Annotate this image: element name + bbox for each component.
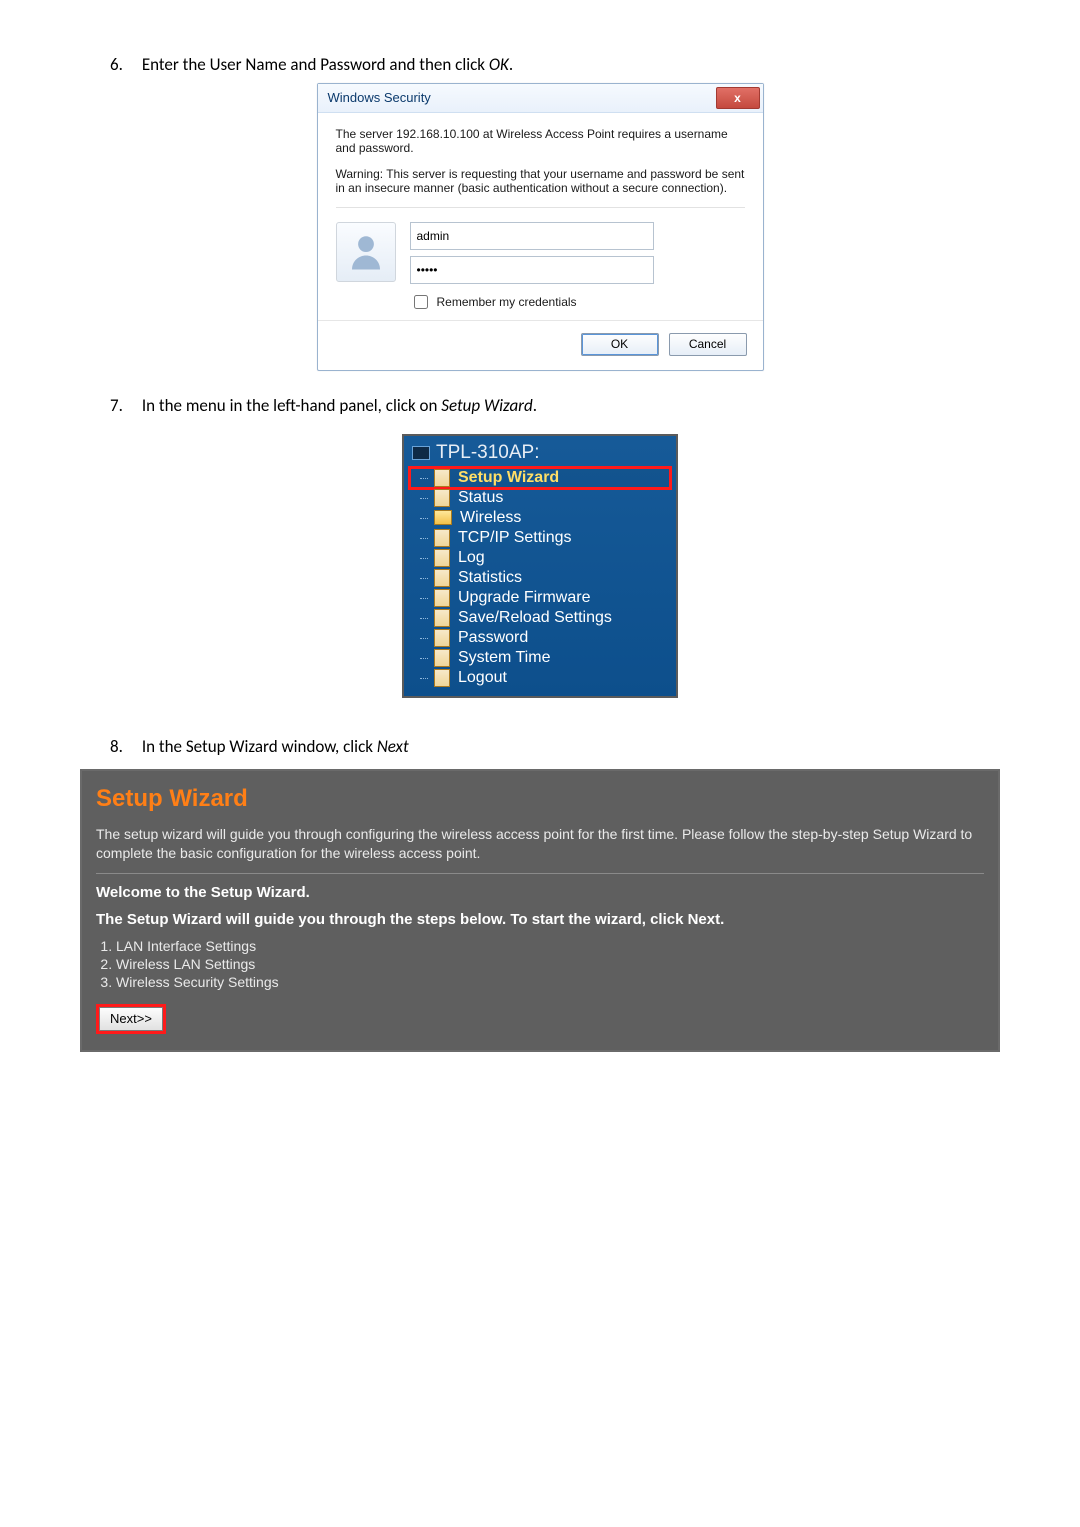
tree-item[interactable]: System Time: [410, 648, 670, 668]
username-input[interactable]: [410, 222, 654, 250]
wizard-step: Wireless Security Settings: [116, 974, 984, 990]
windows-security-dialog: Windows Security x The server 192.168.10…: [317, 83, 764, 371]
wizard-step: LAN Interface Settings: [116, 938, 984, 954]
tree-item[interactable]: Log: [410, 548, 670, 568]
nav-tree: TPL-310AP: Setup Wizard Status Wireless TCP…: [402, 434, 678, 698]
file-icon: [434, 569, 450, 587]
wizard-welcome: Welcome to the Setup Wizard.: [96, 884, 984, 901]
instruction-step: 8. In the Setup Wizard window, click Nex…: [110, 736, 1000, 759]
tree-root: TPL-310AP:: [410, 440, 670, 468]
dialog-titlebar: Windows Security x: [318, 84, 763, 113]
wizard-heading: Setup Wizard: [96, 785, 984, 813]
file-icon: [434, 629, 450, 647]
tree-item[interactable]: Password: [410, 628, 670, 648]
password-input[interactable]: [410, 256, 654, 284]
tree-item[interactable]: Setup Wizard: [410, 468, 670, 488]
tree-item-label: Save/Reload Settings: [458, 609, 612, 627]
wizard-guide: The Setup Wizard will guide you through …: [96, 911, 984, 928]
tree-item-label: Status: [458, 489, 503, 507]
tree-item-label: System Time: [458, 649, 550, 667]
file-icon: [434, 469, 450, 487]
tree-item[interactable]: Status: [410, 488, 670, 508]
instruction-step: 6. Enter the User Name and Password and …: [110, 54, 1000, 77]
remember-label: Remember my credentials: [437, 295, 577, 309]
tree-item[interactable]: Statistics: [410, 568, 670, 588]
device-icon: [412, 446, 430, 460]
tree-item-label: TCP/IP Settings: [458, 529, 572, 547]
next-button[interactable]: Next>>: [99, 1007, 163, 1031]
tree-item[interactable]: Wireless: [410, 508, 670, 528]
tree-item-label: Wireless: [460, 509, 521, 527]
cancel-button[interactable]: Cancel: [669, 333, 747, 356]
tree-item[interactable]: Upgrade Firmware: [410, 588, 670, 608]
tree-item-label: Setup Wizard: [458, 469, 559, 487]
remember-checkbox[interactable]: [414, 295, 428, 309]
dialog-title: Windows Security: [328, 90, 431, 105]
instruction-step: 7. In the menu in the left-hand panel, c…: [110, 395, 1000, 418]
file-icon: [434, 489, 450, 507]
tree-item-label: Logout: [458, 669, 507, 687]
dialog-message-2: Warning: This server is requesting that …: [336, 167, 745, 195]
tree-item[interactable]: TCP/IP Settings: [410, 528, 670, 548]
dialog-message-1: The server 192.168.10.100 at Wireless Ac…: [336, 127, 745, 155]
file-icon: [434, 649, 450, 667]
file-icon: [434, 669, 450, 687]
close-button[interactable]: x: [716, 87, 760, 109]
tree-item[interactable]: Logout: [410, 668, 670, 688]
file-icon: [434, 609, 450, 627]
tree-item-label: Log: [458, 549, 485, 567]
file-icon: [434, 529, 450, 547]
folder-icon: [434, 510, 452, 525]
tree-item-label: Upgrade Firmware: [458, 589, 590, 607]
tree-item-label: Statistics: [458, 569, 522, 587]
file-icon: [434, 589, 450, 607]
setup-wizard-panel: Setup Wizard The setup wizard will guide…: [80, 769, 1000, 1052]
file-icon: [434, 549, 450, 567]
tree-item-label: Password: [458, 629, 528, 647]
wizard-step: Wireless LAN Settings: [116, 956, 984, 972]
wizard-description: The setup wizard will guide you through …: [96, 825, 984, 863]
tree-item[interactable]: Save/Reload Settings: [410, 608, 670, 628]
ok-button[interactable]: OK: [581, 333, 659, 356]
user-avatar-icon: [336, 222, 396, 282]
close-icon: x: [734, 91, 741, 105]
